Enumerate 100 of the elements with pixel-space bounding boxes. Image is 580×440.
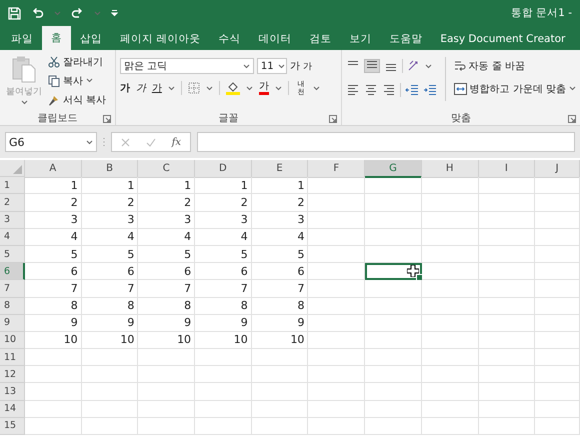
save-icon[interactable]: [8, 6, 21, 20]
table-cell: 5: [252, 246, 308, 264]
table-cell: 5: [82, 246, 138, 264]
empty-cell: [308, 280, 366, 298]
format-painter-button[interactable]: 서식 복사: [48, 91, 106, 108]
caret-icon[interactable]: [20, 100, 28, 105]
row-header[interactable]: 15: [0, 418, 25, 435]
italic-button[interactable]: 가: [136, 81, 146, 95]
row-header[interactable]: 7: [0, 280, 25, 298]
undo-icon[interactable]: [31, 7, 44, 19]
font-size-field[interactable]: 11: [256, 58, 287, 74]
active-cell[interactable]: [365, 263, 422, 280]
caret-icon[interactable]: [86, 140, 93, 144]
caret-icon[interactable]: [168, 86, 175, 90]
caret-icon[interactable]: [246, 86, 253, 90]
redo-icon[interactable]: [71, 7, 84, 19]
borders-icon[interactable]: [188, 82, 200, 94]
empty-cell: [365, 280, 422, 298]
empty-cell: [365, 177, 422, 194]
row-header[interactable]: 12: [0, 366, 25, 384]
ribbon-tab[interactable]: 보기: [340, 28, 380, 50]
column-header[interactable]: J: [535, 160, 580, 178]
row-header[interactable]: 1: [0, 177, 25, 194]
ribbon-tab[interactable]: 삽입: [71, 28, 111, 50]
shrink-font-button[interactable]: 가: [302, 60, 312, 72]
cut-button[interactable]: 잘라내기: [48, 53, 106, 70]
empty-cell: [535, 383, 580, 401]
grow-font-button[interactable]: 가: [290, 59, 300, 73]
ribbon-tab[interactable]: 파일: [2, 28, 42, 50]
caret-icon[interactable]: [312, 86, 320, 90]
column-header[interactable]: F: [308, 160, 366, 178]
wrap-text-button[interactable]: 자동 줄 바꿈: [454, 57, 576, 74]
name-box[interactable]: G6: [5, 132, 97, 152]
row-header[interactable]: 6: [0, 263, 25, 280]
caret-icon[interactable]: [278, 64, 285, 68]
ribbon-tab[interactable]: 홈: [42, 26, 71, 50]
row-header[interactable]: 2: [0, 194, 25, 212]
decrease-indent-icon[interactable]: [404, 84, 419, 96]
row-header[interactable]: 11: [0, 349, 25, 366]
ribbon-tab[interactable]: 수식: [209, 28, 250, 50]
formula-input[interactable]: [197, 132, 575, 152]
font-name-field[interactable]: 맑은 고딕: [120, 58, 254, 74]
row-header[interactable]: 10: [0, 332, 25, 350]
check-icon[interactable]: [146, 138, 156, 146]
table-cell: 4: [82, 228, 138, 246]
customize-toolbar-icon[interactable]: [111, 9, 118, 17]
column-header[interactable]: C: [138, 160, 196, 178]
row-header[interactable]: 8: [0, 298, 25, 315]
align-center-icon[interactable]: [364, 84, 378, 96]
ribbon-tab[interactable]: 데이터: [249, 28, 300, 50]
empty-cell: [365, 212, 422, 229]
fill-color-icon[interactable]: [226, 81, 240, 95]
ribbon-tab[interactable]: Easy Document Creator: [431, 28, 574, 50]
ribbon-tab[interactable]: 검토: [300, 28, 340, 50]
table-cell: 1: [82, 177, 138, 194]
column-header[interactable]: E: [252, 160, 308, 178]
row-header[interactable]: 3: [0, 212, 25, 229]
row-header[interactable]: 4: [0, 228, 25, 246]
empty-cell: [478, 314, 536, 332]
empty-cell: [422, 263, 478, 280]
table-cell: 1: [25, 177, 82, 194]
merge-center-button[interactable]: 병합하고 가운데 맞춤: [454, 80, 576, 97]
row-header[interactable]: 9: [0, 314, 25, 332]
column-header[interactable]: A: [25, 160, 82, 178]
caret-icon[interactable]: [274, 86, 282, 90]
copy-button[interactable]: 복사: [48, 72, 106, 89]
table-cell: 3: [138, 212, 196, 229]
dialog-launcher-icon[interactable]: [102, 115, 111, 123]
column-header[interactable]: G: [365, 160, 422, 178]
row-header[interactable]: 13: [0, 383, 25, 401]
empty-cell: [422, 177, 478, 194]
align-left-icon[interactable]: [346, 84, 360, 96]
increase-indent-icon[interactable]: [422, 84, 437, 96]
empty-cell: [535, 177, 580, 194]
ribbon-tab[interactable]: 페이지 레이아웃: [111, 28, 210, 50]
caret-icon[interactable]: [424, 64, 432, 68]
column-header[interactable]: H: [422, 160, 478, 178]
empty-cell: [252, 366, 308, 384]
empty-cell: [478, 177, 536, 194]
empty-cell: [365, 246, 422, 264]
column-header[interactable]: I: [478, 160, 536, 178]
dialog-launcher-icon[interactable]: [568, 115, 576, 123]
row-header[interactable]: 14: [0, 400, 25, 418]
caret-icon[interactable]: [242, 64, 250, 68]
dialog-launcher-icon[interactable]: [328, 115, 337, 123]
empty-cell: [308, 263, 366, 280]
insert-function-button[interactable]: fx: [172, 136, 182, 148]
caret-icon[interactable]: [569, 86, 576, 91]
ribbon-tab[interactable]: 도움말: [380, 28, 432, 50]
caret-icon[interactable]: [86, 78, 93, 83]
align-right-icon[interactable]: [382, 84, 396, 96]
underline-button[interactable]: 가: [152, 81, 162, 95]
bold-button[interactable]: 가: [120, 81, 130, 95]
row-header[interactable]: 5: [0, 246, 25, 264]
empty-cell: [478, 212, 536, 229]
column-header[interactable]: B: [82, 160, 138, 178]
font-color-button[interactable]: 가: [258, 81, 269, 95]
column-header[interactable]: D: [195, 160, 252, 178]
caret-icon[interactable]: [206, 86, 213, 90]
table-cell: 6: [138, 263, 196, 280]
